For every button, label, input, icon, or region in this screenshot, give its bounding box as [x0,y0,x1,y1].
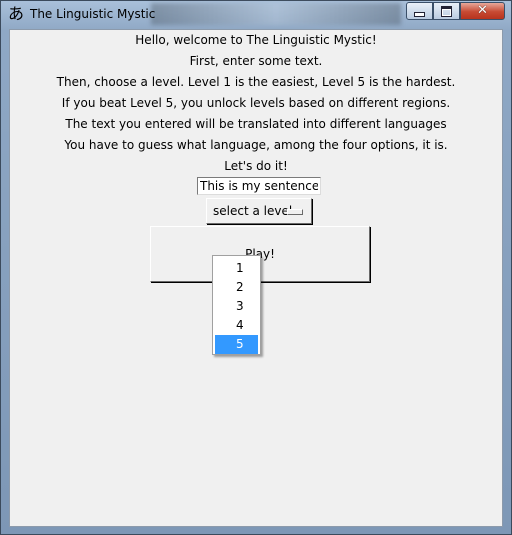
maximize-button[interactable] [433,2,460,20]
instruction-guess-language: You have to guess what language, among t… [64,138,448,152]
title-bar[interactable]: あ The Linguistic Mystic ✕ [1,1,511,28]
level-option-4[interactable]: 4 [215,316,258,335]
instruction-translation: The text you entered will be translated … [65,117,447,131]
sentence-input[interactable] [197,177,321,195]
instruction-unlock-regions: If you beat Level 5, you unlock levels b… [61,96,451,110]
level-option-1[interactable]: 1 [215,259,258,278]
maximize-icon [441,5,452,17]
minimize-icon [414,11,425,17]
level-option-2[interactable]: 2 [215,278,258,297]
lets-do-it-line: Let's do it! [224,159,288,173]
app-window: あ The Linguistic Mystic ✕ Hello, welcome… [0,0,512,535]
instruction-enter-text: First, enter some text. [189,54,323,68]
title-bar-background [151,3,401,25]
instruction-choose-level: Then, choose a level. Level 1 is the eas… [56,75,456,89]
level-dropdown-list: 1 2 3 4 5 [212,255,261,355]
client-area: Hello, welcome to The Linguistic Mystic!… [9,29,503,527]
level-select-menu[interactable]: select a level [206,198,312,224]
window-controls: ✕ [406,2,505,20]
level-option-5[interactable]: 5 [215,335,258,354]
level-select-label: select a level [213,204,293,218]
option-menu-indicator-icon [287,209,303,215]
close-icon: ✕ [477,3,488,18]
close-button[interactable]: ✕ [460,2,505,20]
hiragana-a-icon: あ [7,4,24,23]
welcome-line: Hello, welcome to The Linguistic Mystic! [135,33,377,47]
window-title: The Linguistic Mystic [30,7,156,21]
level-option-3[interactable]: 3 [215,297,258,316]
minimize-button[interactable] [406,2,433,20]
